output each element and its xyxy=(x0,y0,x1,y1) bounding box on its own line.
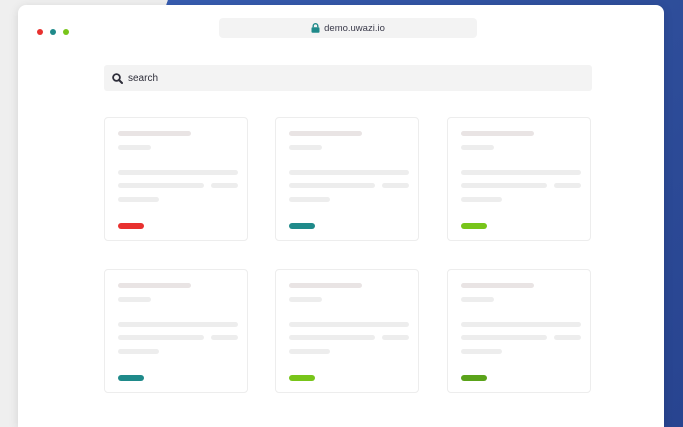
skeleton-line xyxy=(118,131,191,136)
skeleton-line xyxy=(461,335,547,340)
skeleton-line xyxy=(554,335,581,340)
skeleton-line xyxy=(289,183,375,188)
template-color-tag xyxy=(289,375,315,381)
skeleton-line xyxy=(289,283,362,288)
address-bar[interactable]: demo.uwazi.io xyxy=(219,18,477,38)
template-color-tag xyxy=(461,375,487,381)
skeleton-line xyxy=(118,283,191,288)
minimize-dot[interactable] xyxy=(50,29,56,35)
skeleton-line xyxy=(289,349,330,354)
skeleton-line xyxy=(118,183,204,188)
lock-icon xyxy=(311,23,320,33)
search-bar[interactable] xyxy=(104,65,592,91)
result-card[interactable] xyxy=(104,117,248,241)
skeleton-line xyxy=(461,297,494,302)
skeleton-line xyxy=(118,145,151,150)
skeleton-line xyxy=(118,297,151,302)
address-url: demo.uwazi.io xyxy=(324,22,385,34)
skeleton-line xyxy=(289,335,375,340)
skeleton-line xyxy=(289,297,322,302)
template-color-tag xyxy=(118,375,144,381)
skeleton-line xyxy=(118,197,159,202)
result-card[interactable] xyxy=(275,269,419,393)
skeleton-line xyxy=(382,183,409,188)
skeleton-line xyxy=(211,183,238,188)
close-dot[interactable] xyxy=(37,29,43,35)
skeleton-line xyxy=(554,183,581,188)
skeleton-line xyxy=(382,335,409,340)
skeleton-line xyxy=(289,145,322,150)
window-controls xyxy=(37,29,69,35)
result-card[interactable] xyxy=(447,269,591,393)
skeleton-line xyxy=(289,131,362,136)
skeleton-line xyxy=(118,349,159,354)
skeleton-line xyxy=(461,349,502,354)
skeleton-line xyxy=(211,335,238,340)
template-color-tag xyxy=(289,223,315,229)
skeleton-line xyxy=(461,183,547,188)
skeleton-line xyxy=(289,322,409,327)
skeleton-line xyxy=(461,131,534,136)
result-card[interactable] xyxy=(447,117,591,241)
skeleton-line xyxy=(289,170,409,175)
skeleton-line xyxy=(118,170,238,175)
skeleton-line xyxy=(118,322,238,327)
skeleton-line xyxy=(118,335,204,340)
browser-window: demo.uwazi.io xyxy=(18,5,664,427)
skeleton-line xyxy=(289,197,330,202)
template-color-tag xyxy=(118,223,144,229)
result-card[interactable] xyxy=(275,117,419,241)
search-input[interactable] xyxy=(128,72,528,84)
result-card[interactable] xyxy=(104,269,248,393)
skeleton-line xyxy=(461,283,534,288)
skeleton-line xyxy=(461,322,581,327)
skeleton-line xyxy=(461,145,494,150)
skeleton-line xyxy=(461,197,502,202)
template-color-tag xyxy=(461,223,487,229)
search-icon xyxy=(112,72,123,84)
maximize-dot[interactable] xyxy=(63,29,69,35)
skeleton-line xyxy=(461,170,581,175)
